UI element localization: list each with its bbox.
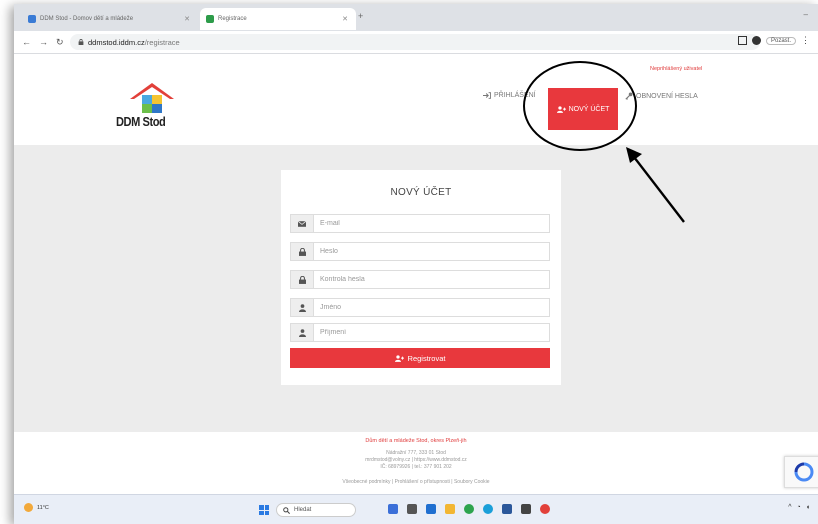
edge-icon[interactable] bbox=[483, 504, 493, 514]
envelope-icon bbox=[290, 214, 314, 233]
user-plus-icon bbox=[394, 354, 404, 362]
taskbar-app-icon[interactable] bbox=[521, 504, 531, 514]
footer-contact[interactable]: mrdmstod@volny.cz | https://www.ddmstod.… bbox=[14, 457, 818, 463]
firstname-input[interactable] bbox=[314, 298, 550, 317]
footer-title: Dům dětí a mládeže Stod, okres Plzeň-jih bbox=[365, 438, 467, 444]
site-footer: Dům dětí a mládeže Stod, okres Plzeň-jih… bbox=[14, 432, 818, 494]
register-card: NOVÝ ÚČET E-mail Jméno Příjmení Registro… bbox=[281, 170, 561, 385]
pause-button[interactable]: Pozast. bbox=[765, 36, 796, 45]
lock-icon bbox=[290, 242, 314, 261]
page-content: Neprihlášený uživatel DDM Stod PŘIHLÁŠEN… bbox=[14, 54, 818, 494]
lastname-field-group bbox=[290, 323, 550, 342]
back-icon[interactable]: ← bbox=[22, 37, 31, 47]
password-check-input[interactable] bbox=[314, 270, 550, 289]
password-input[interactable] bbox=[314, 242, 550, 261]
weather-widget[interactable]: 11°C bbox=[24, 503, 49, 512]
lock-icon bbox=[78, 39, 84, 45]
email-input[interactable] bbox=[314, 214, 550, 233]
lastname-input[interactable] bbox=[314, 323, 550, 342]
window-controls[interactable]: – bbox=[804, 10, 808, 19]
sun-icon bbox=[24, 503, 33, 512]
new-tab-icon[interactable]: + bbox=[358, 11, 363, 21]
footer-ids: IČ: 68979926 | tel.: 377 901 202 bbox=[380, 464, 452, 470]
login-icon bbox=[483, 92, 491, 99]
lock-icon bbox=[290, 270, 314, 289]
taskbar-search[interactable]: Hledat bbox=[276, 503, 356, 517]
taskbar-app-icon[interactable] bbox=[388, 504, 398, 514]
browser-toolbar: ← → ↻ ddmstod.iddm.cz/registrace Pozast.… bbox=[14, 31, 818, 54]
taskbar-app-icon[interactable] bbox=[407, 504, 417, 514]
close-icon[interactable]: ✕ bbox=[342, 15, 348, 23]
volume-icon[interactable]: ◖ bbox=[806, 504, 810, 511]
footer-links[interactable]: Všeobecné podmínky | Prohlášení o přístu… bbox=[14, 479, 818, 485]
favicon-icon bbox=[206, 15, 214, 23]
system-tray[interactable]: ^ ◔ ◖ bbox=[788, 504, 810, 511]
ddm-logo-icon bbox=[130, 83, 174, 113]
sidebar-icon[interactable] bbox=[737, 36, 747, 45]
password-check-field-group bbox=[290, 270, 550, 289]
logo-text: DDM Stod bbox=[116, 114, 166, 129]
windows-start-icon[interactable] bbox=[259, 505, 269, 515]
forward-icon[interactable]: → bbox=[39, 37, 48, 47]
footer-address: Nádražní 777, 333 01 Stod bbox=[386, 450, 446, 456]
email-field-group bbox=[290, 214, 550, 233]
recaptcha-badge[interactable] bbox=[784, 456, 818, 488]
taskbar-app-icon[interactable] bbox=[540, 504, 550, 514]
chevron-up-icon[interactable]: ^ bbox=[788, 504, 791, 511]
search-icon bbox=[283, 506, 290, 514]
close-icon[interactable]: ✕ bbox=[184, 15, 190, 23]
browser-tab-strip: DDM Stod - Domov dětí a mládeže ✕ Regist… bbox=[14, 4, 818, 31]
taskbar-app-icon[interactable] bbox=[502, 504, 512, 514]
recaptcha-icon bbox=[794, 462, 814, 482]
chrome-icon[interactable] bbox=[464, 504, 474, 514]
browser-tab-2[interactable]: Registrace ✕ bbox=[200, 8, 356, 30]
os-taskbar: 11°C Hledat ^ ◔ ◖ bbox=[14, 494, 818, 524]
tab-title: DDM Stod - Domov dětí a mládeže bbox=[40, 16, 134, 22]
user-icon bbox=[290, 298, 314, 317]
address-bar[interactable]: ddmstod.iddm.cz/registrace bbox=[70, 34, 760, 50]
firstname-field-group bbox=[290, 298, 550, 317]
site-header: Neprihlášený uživatel DDM Stod PŘIHLÁŠEN… bbox=[14, 54, 818, 151]
password-field-group bbox=[290, 242, 550, 261]
url-text: ddmstod.iddm.cz/registrace bbox=[88, 37, 180, 47]
profile-icon[interactable] bbox=[751, 36, 761, 45]
taskbar-app-icon[interactable] bbox=[426, 504, 436, 514]
tab-title: Registrace bbox=[218, 16, 247, 22]
menu-icon[interactable]: ⋮ bbox=[801, 35, 810, 46]
favicon-icon bbox=[28, 15, 36, 23]
form-title: NOVÝ ÚČET bbox=[390, 187, 452, 198]
highlight-circle bbox=[523, 61, 637, 151]
wifi-icon[interactable]: ◔ bbox=[797, 504, 801, 511]
folder-icon[interactable] bbox=[445, 504, 455, 514]
register-button[interactable]: Registrovat bbox=[290, 348, 550, 368]
browser-tab-1[interactable]: DDM Stod - Domov dětí a mládeže ✕ bbox=[28, 8, 198, 30]
screenshot-window: DDM Stod - Domov dětí a mládeže ✕ Regist… bbox=[14, 4, 818, 524]
user-icon bbox=[290, 323, 314, 342]
user-status: Neprihlášený uživatel bbox=[650, 66, 703, 72]
reload-icon[interactable]: ↻ bbox=[56, 37, 64, 48]
temperature: 11°C bbox=[37, 504, 49, 511]
